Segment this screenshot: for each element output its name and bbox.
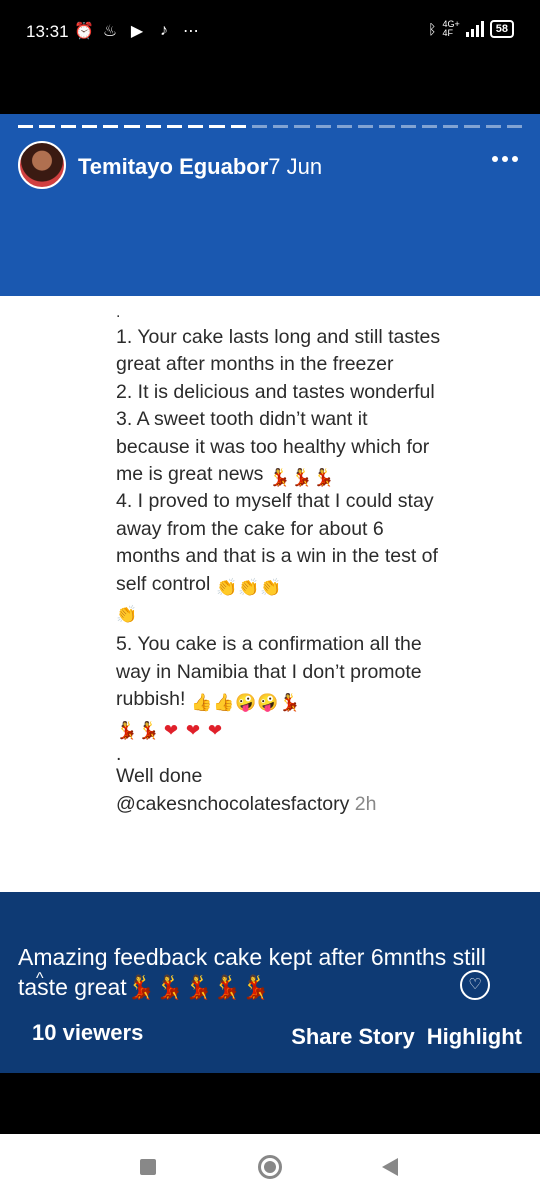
clap-emoji: 👏: [116, 605, 138, 625]
clap-emoji: 👏: [238, 577, 260, 597]
progress-segment: [230, 125, 246, 128]
feedback-text: 1. Your cake lasts long and still tastes…: [116, 324, 446, 818]
feedback-item-1: 1. Your cake lasts long and still tastes…: [116, 326, 441, 376]
progress-segment: [358, 125, 374, 128]
navigation-bar: [0, 1134, 540, 1200]
dancer-emoji-row: 💃💃💃💃💃: [126, 974, 270, 1000]
heart-circle-icon[interactable]: ♡: [460, 970, 490, 1000]
mention-handle: @cakesnchocolatesfactory: [116, 792, 350, 815]
share-story-button[interactable]: Share Story: [291, 1024, 415, 1050]
battery-icon: 58: [489, 20, 514, 38]
viewers-count[interactable]: 10 viewers: [32, 1020, 143, 1046]
clap-emoji: 👏: [260, 577, 282, 597]
feedback-item-4: 4. I proved to myself that I could stay …: [116, 490, 438, 625]
feedback-item-2: 2. It is delicious and tastes wonderful: [116, 380, 435, 403]
mention-age: 2h: [354, 792, 377, 815]
progress-segment: [145, 125, 161, 128]
sign-off: Well done: [116, 765, 203, 788]
top-dot: .: [116, 304, 121, 321]
dancer-emoji: 💃: [269, 468, 291, 488]
flame-icon: ♨: [102, 23, 118, 40]
heart-emoji: ❤: [163, 720, 179, 740]
more-options-icon[interactable]: [492, 156, 518, 166]
highlight-button[interactable]: Highlight: [427, 1024, 522, 1050]
progress-segment: [421, 125, 437, 128]
network-indicator: 4G+ 4F: [442, 19, 460, 38]
dancer-emoji: 💃: [313, 468, 335, 488]
bluetooth-icon: ᛒ: [428, 21, 437, 37]
more-notifications-icon: ⋯: [183, 23, 199, 40]
progress-segment: [188, 125, 204, 128]
thumbs-up-emoji: 👍: [213, 693, 235, 713]
back-icon[interactable]: [382, 1158, 398, 1176]
progress-segment: [39, 125, 55, 128]
progress-segment: [315, 125, 331, 128]
status-bar: 13:31 ⏰ ♨ ▶ ♪ ⋯ ᛒ 4G+ 4F 58: [0, 0, 540, 64]
story-caption: Amazing feedback cake kept after 6mnths …: [18, 944, 486, 1000]
progress-segment: [166, 125, 182, 128]
clock: 13:31: [26, 22, 69, 41]
progress-segment: [294, 125, 310, 128]
zany-face-emoji: 🤪: [257, 693, 279, 713]
heart-emoji: ❤: [207, 720, 223, 740]
system-indicators: ᛒ 4G+ 4F 58: [428, 20, 514, 38]
posted-time: 7 Jun: [268, 154, 323, 179]
home-icon[interactable]: [258, 1155, 282, 1179]
signal-icon: [465, 21, 484, 37]
dancer-emoji: 💃: [138, 720, 160, 740]
progress-segment: [60, 125, 76, 128]
story-footer: Amazing feedback cake kept after 6mnths …: [0, 892, 540, 1073]
poster-info[interactable]: Temitayo Eguabor7 Jun: [78, 154, 322, 180]
progress-segment: [464, 125, 480, 128]
feedback-item-5: 5. You cake is a confirmation all the wa…: [116, 633, 422, 740]
thumbs-up-emoji: 👍: [191, 693, 213, 713]
progress-segment: [81, 125, 97, 128]
mention-line: @cakesnchocolatesfactory 2h: [116, 791, 446, 818]
d-app-icon: ▶: [130, 23, 144, 40]
progress-segment: [400, 125, 416, 128]
progress-segment: [124, 125, 140, 128]
notification-icons: ⏰ ♨ ▶ ♪ ⋯: [74, 21, 200, 41]
feedback-item-3: 3. A sweet tooth didn’t want it because …: [116, 408, 430, 488]
progress-segment: [336, 125, 352, 128]
story-progress-bar: [18, 125, 522, 128]
tiktok-icon: ♪: [160, 22, 168, 39]
avatar[interactable]: [18, 141, 66, 189]
story-actions: Share Story Highlight: [291, 1024, 522, 1050]
progress-segment: [379, 125, 395, 128]
clap-emoji: 👏: [216, 577, 238, 597]
progress-segment: [209, 125, 225, 128]
progress-segment: [251, 125, 267, 128]
heart-emoji: ❤: [185, 720, 201, 740]
alarm-icon: ⏰: [74, 23, 94, 40]
progress-segment: [103, 125, 119, 128]
story-header: Temitayo Eguabor7 Jun: [0, 114, 540, 296]
top-spacer: [0, 64, 540, 114]
dancer-emoji: 💃: [279, 693, 301, 713]
progress-segment: [506, 125, 522, 128]
progress-segment: [485, 125, 501, 128]
zany-face-emoji: 🤪: [235, 693, 257, 713]
progress-segment: [443, 125, 459, 128]
recents-icon[interactable]: [140, 1159, 156, 1175]
dancer-emoji: 💃: [116, 720, 138, 740]
dancer-emoji: 💃: [291, 468, 313, 488]
progress-segment: [18, 125, 34, 128]
poster-name: Temitayo Eguabor: [78, 154, 269, 179]
story-content: . 1. Your cake lasts long and still tast…: [0, 296, 540, 892]
progress-segment: [273, 125, 289, 128]
chevron-up-icon[interactable]: ^: [36, 970, 44, 988]
mid-dot: .: [116, 743, 122, 766]
